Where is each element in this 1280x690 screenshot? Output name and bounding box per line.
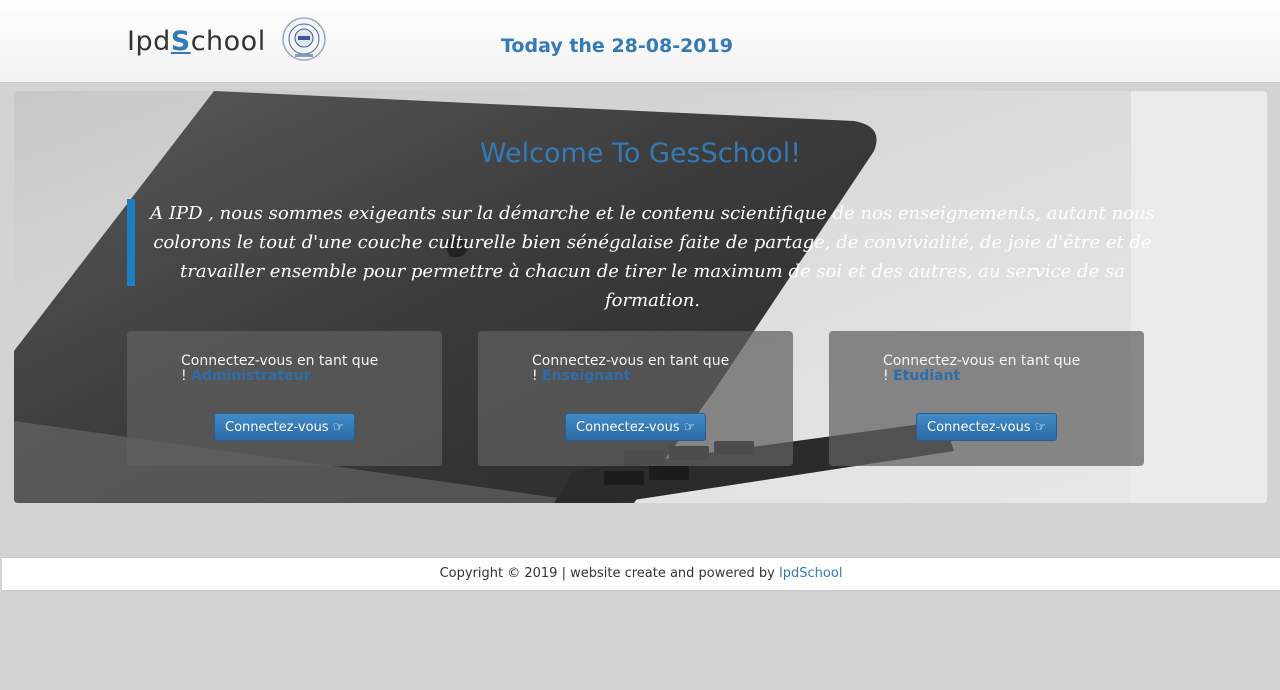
card-bang: ! xyxy=(883,368,889,384)
teacher-login-button[interactable]: Connectez-vous ☞ xyxy=(565,413,707,441)
copyright-text: Copyright © 2019 | website create and po… xyxy=(439,566,775,581)
teacher-login-card: Connectez-vous en tant que ! Enseignant … xyxy=(478,331,793,466)
today-date: Today the 28-08-2019 xyxy=(501,35,733,57)
page-footer: Copyright © 2019 | website create and po… xyxy=(2,557,1280,591)
welcome-title: Welcome To GesSchool! xyxy=(479,138,802,169)
brand-link[interactable]: IpdSchool xyxy=(127,26,266,57)
role-administrateur: Administrateur xyxy=(191,368,311,384)
login-button-label: Connectez-vous xyxy=(576,419,680,435)
card-prompt-text: Connectez-vous en tant que xyxy=(883,353,1081,369)
hand-point-right-icon: ☞ xyxy=(683,419,696,435)
student-login-button[interactable]: Connectez-vous ☞ xyxy=(916,413,1058,441)
mission-quote-text: A IPD , nous sommes exigeants sur la dém… xyxy=(150,203,1155,311)
login-button-label: Connectez-vous xyxy=(225,419,329,435)
student-login-prompt: Connectez-vous en tant que ! Etudiant xyxy=(883,354,1113,384)
mission-quote: A IPD , nous sommes exigeants sur la dém… xyxy=(127,199,1165,311)
card-bang: ! xyxy=(181,368,187,384)
card-prompt-text: Connectez-vous en tant que xyxy=(532,353,730,369)
hand-point-right-icon: ☞ xyxy=(332,419,345,435)
hero-banner: Welcome To GesSchool! A IPD , nous somme… xyxy=(14,91,1267,503)
admin-login-button[interactable]: Connectez-vous ☞ xyxy=(214,413,356,441)
brand-initial: S xyxy=(170,26,191,57)
footer-brand-link[interactable]: IpdSchool xyxy=(779,566,843,581)
school-logo xyxy=(282,17,326,61)
card-prompt-text: Connectez-vous en tant que xyxy=(181,353,379,369)
hand-point-right-icon: ☞ xyxy=(1034,419,1047,435)
admin-login-prompt: Connectez-vous en tant que ! Administrat… xyxy=(181,354,411,384)
admin-login-card: Connectez-vous en tant que ! Administrat… xyxy=(127,331,442,466)
brand-prefix: Ipd xyxy=(127,26,171,57)
role-etudiant: Etudiant xyxy=(893,368,961,384)
login-button-label: Connectez-vous xyxy=(927,419,1031,435)
student-login-card: Connectez-vous en tant que ! Etudiant Co… xyxy=(829,331,1144,466)
brand-suffix: chool xyxy=(190,26,266,57)
teacher-login-prompt: Connectez-vous en tant que ! Enseignant xyxy=(532,354,762,384)
role-enseignant: Enseignant xyxy=(542,368,631,384)
card-bang: ! xyxy=(532,368,538,384)
top-header: IpdSchool Today the 28-08-2019 xyxy=(0,0,1280,83)
